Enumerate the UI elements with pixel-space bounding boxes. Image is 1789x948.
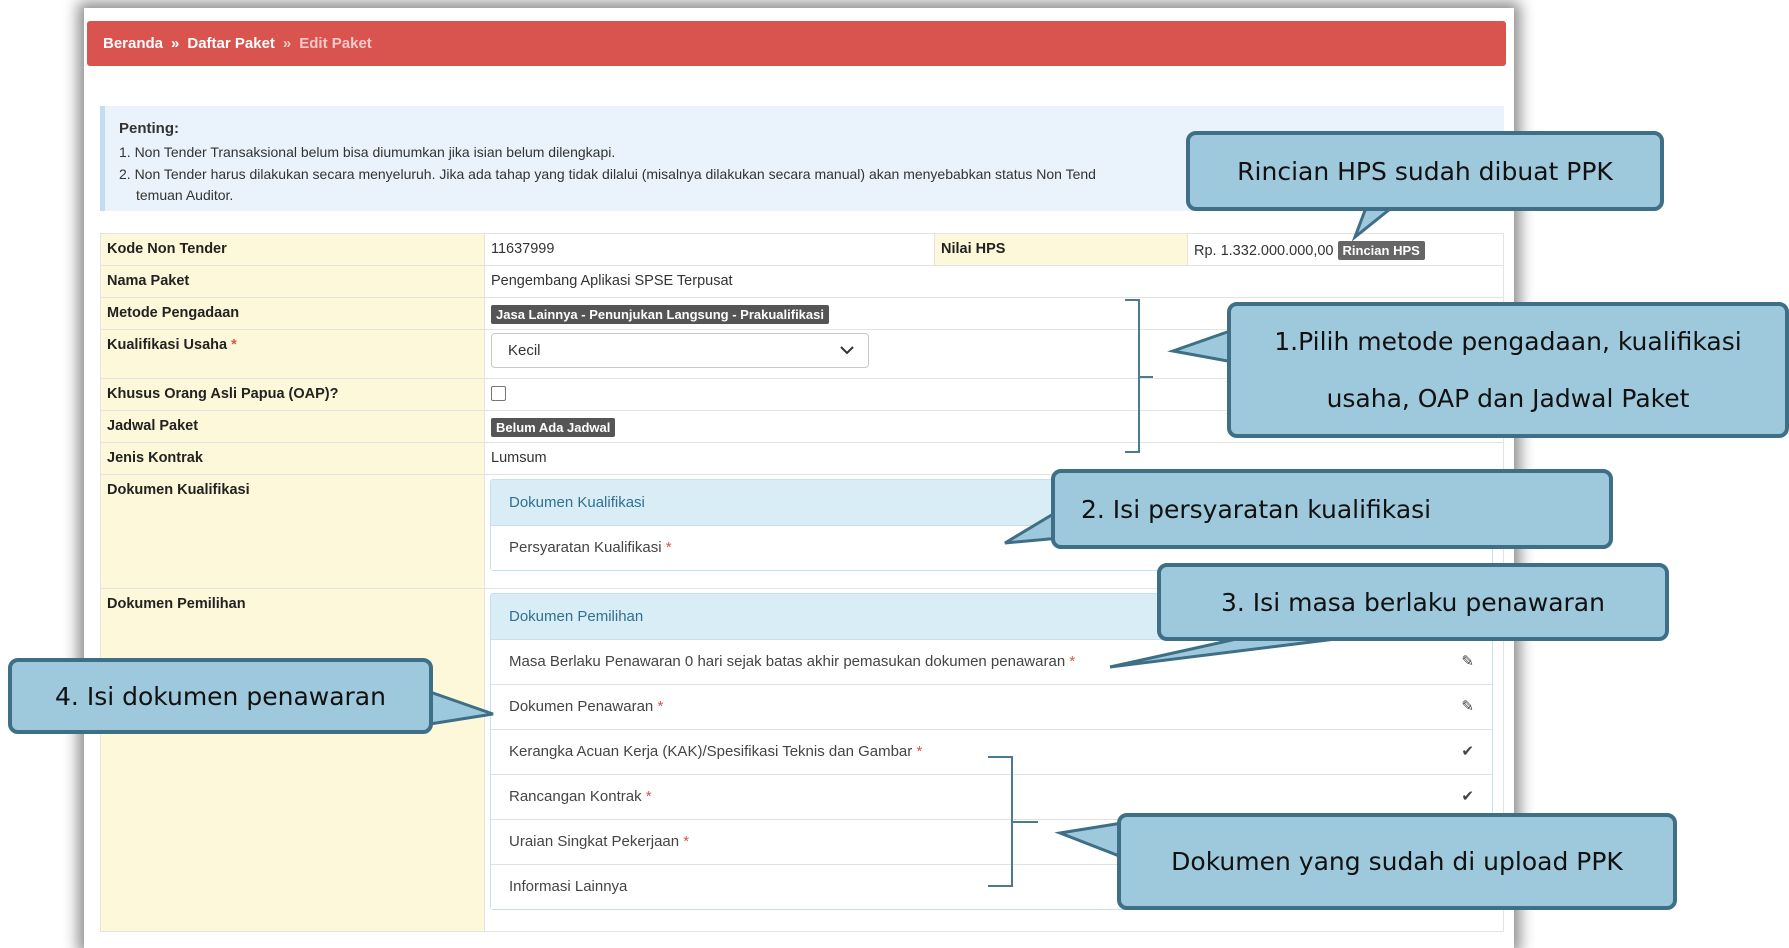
callout-hps: Rincian HPS sudah dibuat PPK xyxy=(1186,131,1664,211)
callout-uploaded: Dokumen yang sudah di upload PPK xyxy=(1117,813,1677,910)
callout-step2: 2. Isi persyaratan kualifikasi xyxy=(1051,469,1613,549)
callout-step4-text: 4. Isi dokumen penawaran xyxy=(55,681,386,711)
callout-step1-line2: usaha, OAP dan Jadwal Paket xyxy=(1326,384,1690,413)
callout-step1: 1.Pilih metode pengadaan, kualifikasi us… xyxy=(1227,302,1789,438)
callout-step4: 4. Isi dokumen penawaran xyxy=(8,658,433,734)
callout-step2-text: 2. Isi persyaratan kualifikasi xyxy=(1081,494,1432,524)
callout-uploaded-text: Dokumen yang sudah di upload PPK xyxy=(1171,847,1623,876)
callout-step1-line1: 1.Pilih metode pengadaan, kualifikasi xyxy=(1274,327,1742,356)
bracket-uploaded xyxy=(988,756,1038,887)
callout-step3-text: 3. Isi masa berlaku penawaran xyxy=(1221,587,1605,617)
callout-step3: 3. Isi masa berlaku penawaran xyxy=(1157,563,1669,641)
pointer-step1 xyxy=(1167,327,1235,364)
bracket-step1 xyxy=(1125,299,1153,453)
pointer-step4 xyxy=(428,689,494,726)
callout-hps-text: Rincian HPS sudah dibuat PPK xyxy=(1237,156,1613,186)
pointer-uploaded xyxy=(1054,821,1124,860)
